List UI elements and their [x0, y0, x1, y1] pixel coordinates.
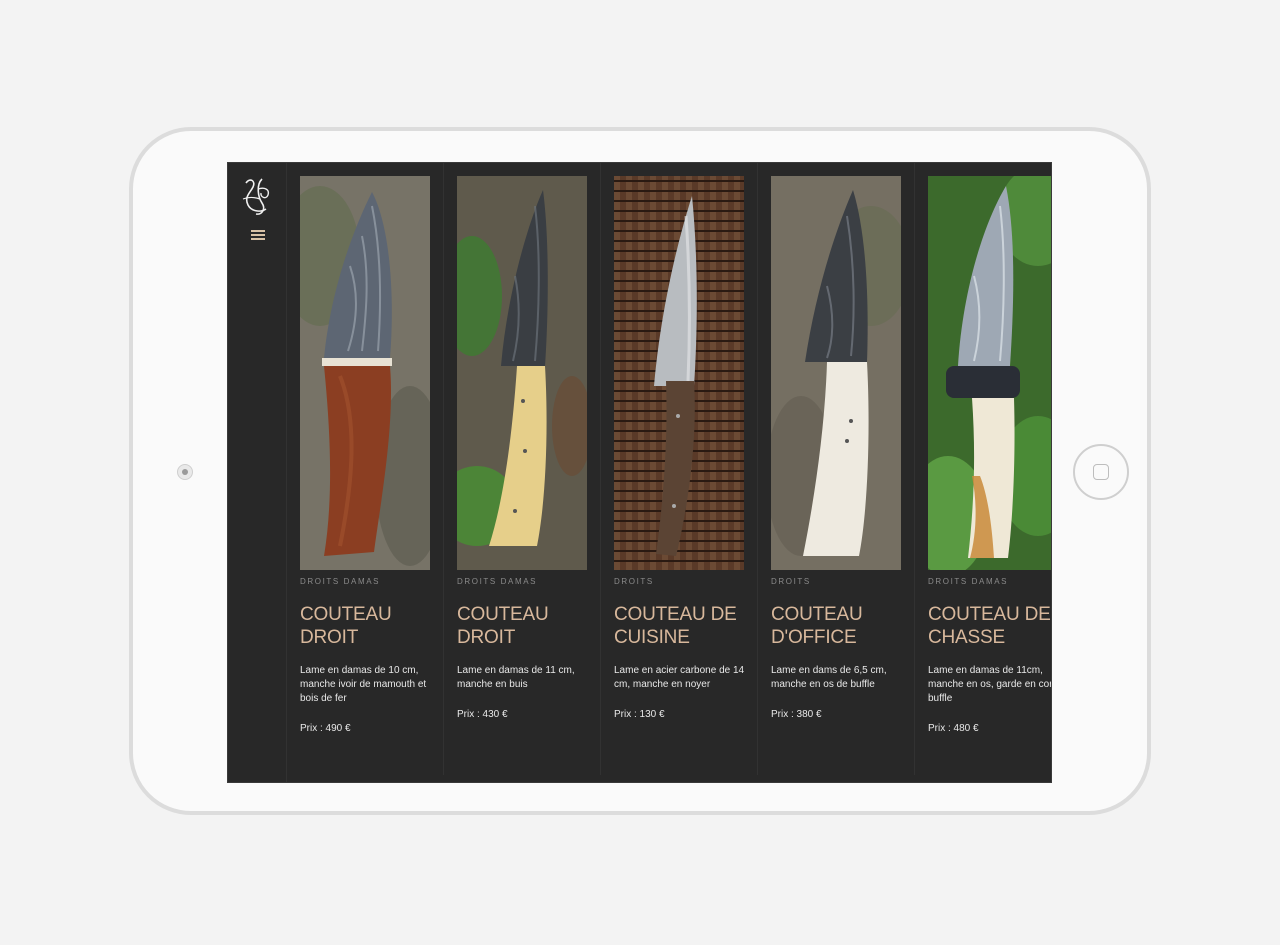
hamburger-icon[interactable] — [251, 230, 265, 240]
product-category: DROITS — [614, 577, 654, 586]
knife-image[interactable] — [771, 176, 901, 570]
home-button[interactable] — [1073, 444, 1129, 500]
monogram-logo[interactable] — [240, 175, 274, 217]
knife-image[interactable] — [300, 176, 430, 570]
product-card[interactable]: DROITS DAMAS COUTEAU DROIT Lame en damas… — [287, 163, 444, 775]
knife-image[interactable] — [614, 176, 744, 570]
product-title[interactable]: COUTEAU DROIT — [457, 603, 607, 649]
product-category: DROITS DAMAS — [457, 577, 538, 586]
product-category: DROITS DAMAS — [300, 577, 381, 586]
sidebar — [228, 163, 287, 782]
knife-image[interactable] — [457, 176, 587, 570]
camera-icon — [177, 464, 193, 480]
product-card[interactable]: DROITS COUTEAU DE CUISINE Lame en acier … — [601, 163, 758, 775]
product-category: DROITS — [771, 577, 811, 586]
product-description: Lame en damas de 11 cm, manche en buis — [457, 665, 575, 690]
product-price: Prix : 480 € — [928, 723, 979, 734]
product-price: Prix : 490 € — [300, 723, 351, 734]
product-title[interactable]: COUTEAU DROIT — [300, 603, 450, 649]
product-title[interactable]: COUTEAU DE CUISINE — [614, 603, 764, 649]
product-description: Lame en damas de 10 cm, manche ivoir de … — [300, 665, 427, 704]
product-description: Lame en dams de 6,5 cm, manche en os de … — [771, 665, 887, 690]
product-card[interactable]: DROITS DAMAS COUTEAU DE CHASSE Lame en d… — [915, 163, 1051, 775]
app-screen: DROITS DAMAS COUTEAU DROIT Lame en damas… — [227, 162, 1052, 783]
product-description: Lame en damas de 11cm, manche en os, gar… — [928, 665, 1051, 704]
product-card[interactable]: DROITS DAMAS COUTEAU DROIT Lame en damas… — [444, 163, 601, 775]
product-category: DROITS DAMAS — [928, 577, 1009, 586]
product-description: Lame en acier carbone de 14 cm, manche e… — [614, 665, 745, 690]
product-price: Prix : 380 € — [771, 709, 822, 720]
product-card[interactable]: DROITS COUTEAU D'OFFICE Lame en dams de … — [758, 163, 915, 775]
product-title[interactable]: COUTEAU DE CHASSE — [928, 603, 1051, 649]
product-price: Prix : 430 € — [457, 709, 508, 720]
product-title[interactable]: COUTEAU D'OFFICE — [771, 603, 921, 649]
knife-image[interactable] — [928, 176, 1051, 570]
product-price: Prix : 130 € — [614, 709, 665, 720]
